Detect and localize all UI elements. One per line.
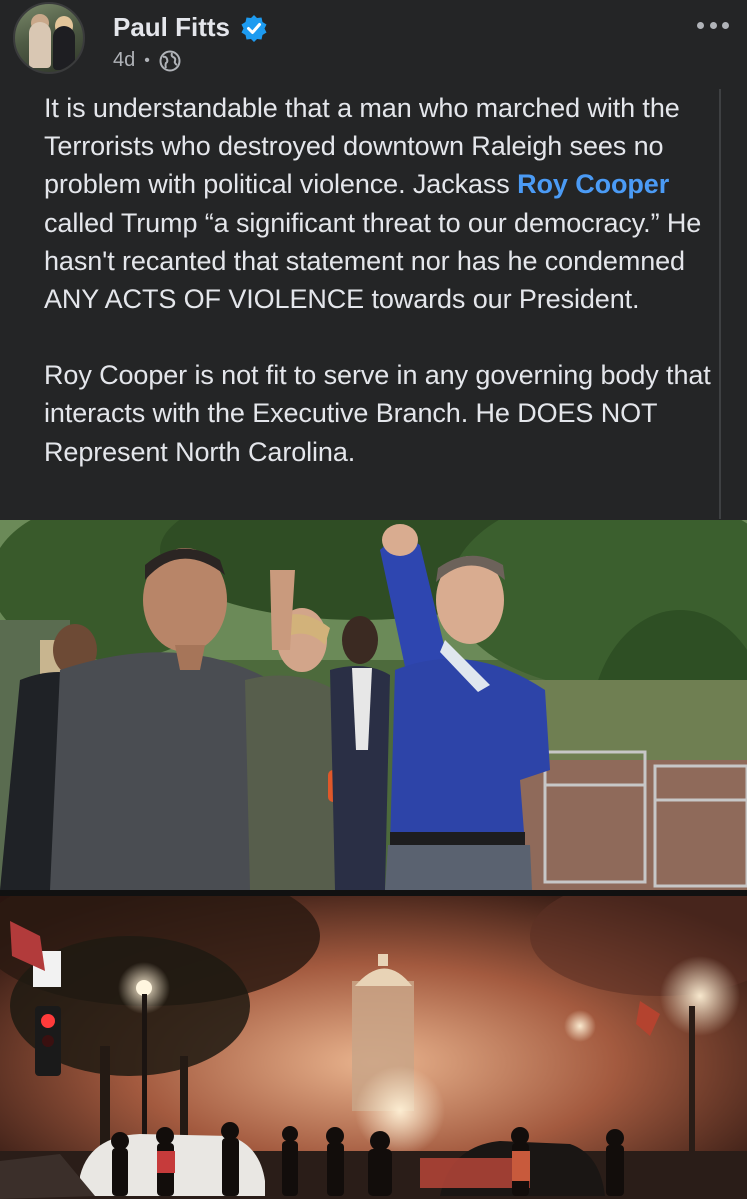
march-photo[interactable] — [0, 520, 747, 890]
mention-link[interactable]: Roy Cooper — [517, 169, 669, 199]
post-header: Paul Fitts 4d • — [0, 0, 747, 88]
meta-separator: • — [144, 51, 150, 69]
post-text-part-2: called Trump “a significant threat to ou… — [44, 207, 702, 315]
post-paragraph-2: Roy Cooper is not fit to serve in any go… — [44, 360, 711, 467]
post-timestamp[interactable]: 4d — [113, 49, 135, 72]
protest-night-photo[interactable] — [0, 896, 747, 1199]
post-meta: 4d • — [113, 49, 181, 72]
more-options-icon[interactable] — [693, 13, 733, 37]
author-row: Paul Fitts — [113, 12, 268, 43]
verified-badge-icon — [240, 14, 268, 42]
post-text: It is understandable that a man who marc… — [44, 89, 724, 471]
author-name[interactable]: Paul Fitts — [113, 12, 230, 43]
post-paragraph-1: It is understandable that a man who marc… — [44, 89, 724, 318]
author-avatar[interactable] — [13, 2, 85, 74]
globe-icon[interactable] — [159, 50, 181, 72]
facebook-post: Paul Fitts 4d • It is understandable tha… — [0, 0, 747, 1199]
divider — [719, 89, 721, 519]
